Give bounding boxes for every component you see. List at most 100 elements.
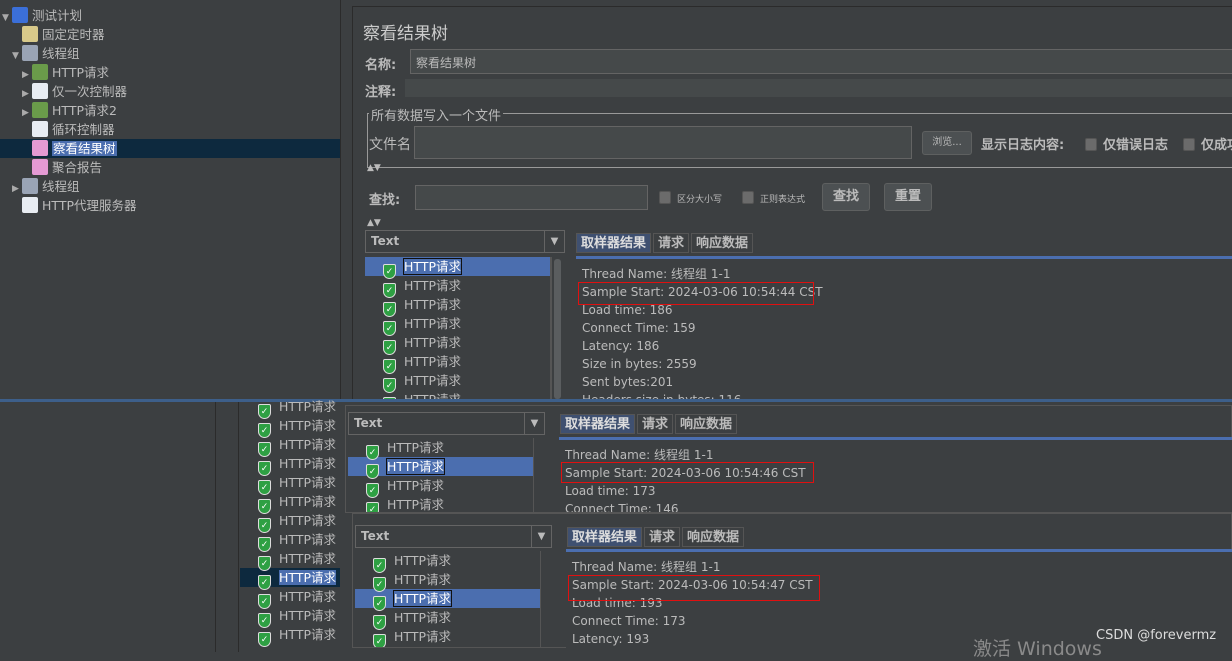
list-item[interactable]: ✓HTTP请求 — [348, 495, 533, 512]
case-sensitive-checkbox[interactable]: 区分大小写 — [659, 191, 722, 205]
chevron-down-icon: ▼ — [531, 526, 551, 547]
result-tabs: 取样器结果 请求 响应数据 — [560, 414, 738, 434]
csdn-credit: CSDN @forevermz — [1096, 628, 1217, 643]
tree-item-label: 察看结果树 — [52, 141, 117, 156]
list-item[interactable]: ✓HTTP请求 — [365, 295, 550, 317]
list-item[interactable]: ✓HTTP请求 — [365, 352, 550, 374]
tree-item-label: 固定定时器 — [42, 27, 105, 42]
list-item[interactable]: ✓HTTP请求 — [365, 276, 550, 298]
result-line: Load time: 173 — [565, 484, 656, 498]
gear-icon — [22, 178, 38, 194]
tab-response-data[interactable]: 响应数据 — [691, 233, 754, 253]
success-only-checkbox[interactable]: 仅成功日志 — [1183, 134, 1232, 153]
result-line: Latency: 186 — [582, 339, 660, 353]
collapse-arrows[interactable]: ▲▼ — [367, 163, 381, 173]
file-input[interactable] — [414, 126, 912, 159]
list-item[interactable]: ✓HTTP请求 — [365, 314, 550, 336]
list-item[interactable]: ✓HTTP请求 — [240, 473, 340, 495]
test-plan-tree: ▼ 测试计划固定定时器 ▼ 线程组 ▶ HTTP请求 ▶ 仅一次控制器 ▶ HTTP请求2 循环控制… — [0, 0, 340, 400]
list-item[interactable]: ✓HTTP请求 — [240, 416, 340, 438]
list-item[interactable]: ✓HTTP请求 — [240, 606, 340, 628]
list-item[interactable]: ✓HTTP请求 — [240, 568, 340, 590]
success-shield-icon: ✓ — [258, 632, 271, 647]
list-item[interactable]: ✓HTTP请求 — [355, 627, 540, 647]
list-item[interactable]: ✓HTTP请求 — [355, 551, 540, 573]
list-item[interactable]: ✓HTTP请求 — [365, 257, 550, 279]
list-item[interactable]: ✓HTTP请求 — [240, 435, 340, 457]
timer-icon — [22, 26, 38, 42]
renderer-select[interactable]: Text ▼ — [348, 412, 545, 435]
browse-button[interactable]: 浏览... — [922, 131, 972, 155]
list-item[interactable]: ✓HTTP请求 — [240, 530, 340, 552]
tree-item[interactable]: ▼ 测试计划 — [0, 6, 340, 25]
chevron-down-icon: ▼ — [544, 231, 564, 252]
regex-checkbox[interactable]: 正则表达式 — [742, 191, 805, 205]
list-item[interactable]: ✓HTTP请求 — [348, 457, 533, 479]
tree-item-label: HTTP代理服务器 — [42, 198, 137, 213]
scrollbar[interactable] — [551, 257, 563, 400]
list-item[interactable]: ✓HTTP请求 — [348, 438, 533, 460]
tab-sampler-result[interactable]: 取样器结果 — [576, 233, 652, 253]
tree-item[interactable]: 循环控制器 — [0, 120, 340, 139]
list-item[interactable]: ✓HTTP请求 — [240, 549, 340, 571]
list-item[interactable]: ✓HTTP请求 — [355, 608, 540, 630]
tab-response-data[interactable]: 响应数据 — [675, 414, 738, 434]
graph-icon — [32, 159, 48, 175]
tab-request[interactable]: 请求 — [637, 414, 674, 434]
tab-request[interactable]: 请求 — [644, 527, 681, 547]
divider — [215, 402, 216, 652]
result-tabs: 取样器结果 请求 响应数据 — [576, 233, 754, 253]
tree-item[interactable]: 察看结果树 — [0, 139, 340, 158]
name-label: 名称: — [365, 58, 397, 73]
results-list: ✓ HTTP请求 ✓ HTTP请求 ✓ HTTP请求 ✓ HTTP请求 — [348, 438, 534, 512]
tree-item[interactable]: ▶ HTTP请求 — [0, 63, 340, 82]
errors-only-checkbox[interactable]: 仅错误日志 — [1085, 134, 1168, 153]
comment-input[interactable] — [405, 79, 1232, 97]
reset-button[interactable]: 重置 — [884, 183, 932, 211]
tree-item[interactable]: 聚合报告 — [0, 158, 340, 177]
list-item[interactable]: ✓HTTP请求 — [240, 397, 340, 419]
renderer-select[interactable]: Text ▼ — [355, 525, 552, 548]
pipette-icon — [32, 64, 48, 80]
tree-item[interactable]: ▶ 线程组 — [0, 177, 340, 196]
list-item[interactable]: ✓HTTP请求 — [240, 587, 340, 609]
tree-item[interactable]: 固定定时器 — [0, 25, 340, 44]
tab-response-data[interactable]: 响应数据 — [682, 527, 745, 547]
splitter[interactable] — [340, 0, 350, 400]
list-item[interactable]: ✓HTTP请求 — [355, 570, 540, 592]
tree-item[interactable]: ▼ 线程组 — [0, 44, 340, 63]
controller-icon — [32, 83, 48, 99]
list-item[interactable]: ✓HTTP请求 — [355, 589, 540, 611]
results-list: ✓ HTTP请求 ✓ HTTP请求 ✓ HTTP请求 ✓ HTTP请求 ✓ HTTP请求 ✓ HTTP… — [365, 257, 551, 400]
list-item[interactable]: ✓HTTP请求 — [348, 476, 533, 498]
list-item[interactable]: ✓HTTP请求 — [240, 454, 340, 476]
list-item[interactable]: ✓HTTP请求 — [365, 333, 550, 355]
tree-item-label: HTTP请求 — [52, 65, 109, 80]
flask-icon — [12, 7, 28, 23]
pipette-icon — [32, 102, 48, 118]
tree-item[interactable]: ▶ 仅一次控制器 — [0, 82, 340, 101]
highlight-box — [578, 282, 814, 305]
list-item[interactable]: ✓HTTP请求 — [240, 511, 340, 533]
list-item[interactable]: ✓HTTP请求 — [240, 625, 340, 647]
tree-item[interactable]: ▶ HTTP请求2 — [0, 101, 340, 120]
success-shield-icon: ✓ — [373, 634, 386, 647]
find-button[interactable]: 查找 — [822, 183, 870, 211]
tab-request[interactable]: 请求 — [653, 233, 690, 253]
graph-icon — [32, 140, 48, 156]
result-line: Sent bytes:201 — [582, 375, 674, 389]
list-item[interactable]: ✓HTTP请求 — [240, 492, 340, 514]
result-line: Connect Time: 159 — [582, 321, 696, 335]
name-input[interactable]: 察看结果树 — [410, 49, 1232, 74]
tab-sampler-result[interactable]: 取样器结果 — [560, 414, 636, 434]
result-tabs: 取样器结果 请求 响应数据 — [567, 527, 745, 547]
tree-item-label: 线程组 — [42, 179, 80, 194]
list-item[interactable]: ✓HTTP请求 — [365, 371, 550, 393]
sampler-result-text: Thread Name: 线程组 1-1 Sample Start: 2024-0… — [576, 256, 1232, 400]
collapse-arrows[interactable]: ▲▼ — [367, 218, 381, 228]
search-input[interactable] — [415, 185, 648, 210]
tree-item[interactable]: HTTP代理服务器 — [0, 196, 340, 215]
renderer-select[interactable]: Text ▼ — [365, 230, 565, 253]
file-group-title: 所有数据写入一个文件 — [369, 105, 504, 124]
tab-sampler-result[interactable]: 取样器结果 — [567, 527, 643, 547]
